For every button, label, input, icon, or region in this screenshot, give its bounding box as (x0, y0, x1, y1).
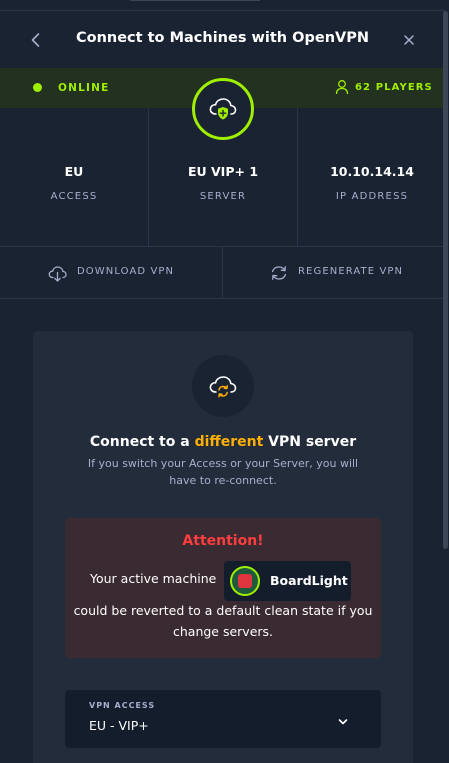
active-machine-chip[interactable]: BoardLight (224, 561, 351, 601)
attention-text-after: could be reverted to a default clean sta… (73, 603, 373, 639)
ip-info: 10.10.14.14 IP ADDRESS (298, 108, 446, 247)
machine-name: BoardLight (270, 573, 348, 588)
vpn-actions-row: DOWNLOAD VPN REGENERATE VPN (0, 247, 445, 299)
online-status-dot (33, 83, 42, 92)
vpn-access-value: EU - VIP+ (89, 718, 149, 733)
access-label: ACCESS (50, 191, 98, 202)
chevron-down-icon (338, 719, 348, 725)
card-title-highlight: different (194, 434, 264, 450)
panel-header: Connect to Machines with OpenVPN (0, 11, 449, 68)
regenerate-vpn-button[interactable]: REGENERATE VPN (223, 247, 445, 299)
panel-title: Connect to Machines with OpenVPN (75, 30, 370, 46)
server-value: EU VIP+ 1 (187, 164, 259, 179)
vpn-status-badge (192, 78, 254, 140)
players-count: 62 PLAYERS (355, 82, 433, 93)
attention-box: Attention! Your active machine BoardLigh… (65, 518, 381, 658)
download-vpn-label: DOWNLOAD VPN (77, 266, 175, 277)
attention-text-before: Your active machine (90, 571, 217, 586)
ip-address-value: 10.10.14.14 (330, 164, 414, 179)
scrollbar-thumb[interactable] (443, 11, 448, 549)
chevron-left-icon[interactable] (27, 31, 45, 49)
machine-avatar (230, 566, 260, 596)
server-label: SERVER (199, 191, 247, 202)
regenerate-vpn-label: REGENERATE VPN (298, 266, 404, 277)
panel-top-edge (0, 0, 449, 11)
ip-address-label: IP ADDRESS (335, 191, 409, 202)
card-subtitle: If you switch your Access or your Server… (87, 457, 359, 487)
attention-title: Attention! (182, 533, 264, 549)
switch-server-card: Connect to a different VPN server If you… (33, 331, 413, 763)
cloud-shield-icon (209, 98, 237, 120)
download-vpn-button[interactable]: DOWNLOAD VPN (0, 247, 222, 299)
refresh-icon (271, 266, 287, 280)
vpn-access-select[interactable]: VPN ACCESS EU - VIP+ (65, 690, 381, 748)
vpn-connect-panel: Connect to Machines with OpenVPN ONLINE … (0, 0, 449, 763)
access-info: EU ACCESS (0, 108, 148, 247)
close-icon[interactable] (402, 33, 416, 47)
cloud-refresh-icon-wrap (192, 355, 254, 417)
online-status-label: ONLINE (58, 82, 110, 94)
cloud-download-icon (48, 266, 67, 282)
user-icon (335, 80, 349, 95)
card-title: Connect to a different VPN server (89, 434, 357, 450)
access-value: EU (64, 164, 84, 179)
cloud-refresh-icon (209, 376, 237, 398)
vpn-access-label: VPN ACCESS (89, 701, 156, 710)
